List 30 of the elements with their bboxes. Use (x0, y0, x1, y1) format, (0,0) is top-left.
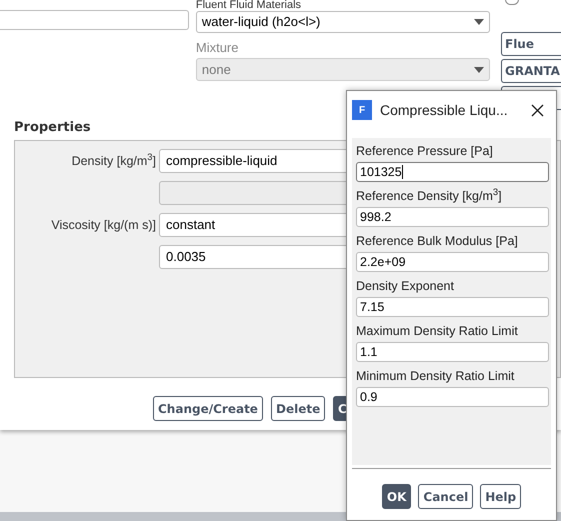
action-button[interactable]: OK (382, 484, 412, 509)
field-label: Density Exponent (356, 278, 455, 295)
property-label: Viscosity [kg/(m s)] (51, 218, 156, 232)
input-field[interactable]: 998.2 (356, 207, 549, 227)
input-field[interactable]: 1.1 (356, 342, 549, 362)
caret-icon (474, 19, 484, 25)
field-label: Fluent Fluid Materials (196, 0, 302, 11)
materials-dropdown[interactable]: water-liquid (h2o<l>) (196, 11, 490, 33)
side-button[interactable]: Flue (501, 32, 561, 56)
action-button[interactable]: Delete (271, 396, 325, 421)
text-cursor (402, 165, 403, 179)
app-icon: F (352, 100, 372, 120)
input-field[interactable]: 101325 (356, 162, 549, 182)
action-button[interactable]: Cancel (418, 484, 474, 509)
field-label: Minimum Density Ratio Limit (356, 368, 516, 385)
input-field[interactable]: 7.15 (356, 297, 549, 317)
action-button[interactable]: Change/Create (153, 396, 263, 421)
close-icon[interactable] (531, 104, 544, 116)
side-button[interactable]: GRANTA (501, 59, 561, 83)
text-field[interactable] (0, 10, 189, 30)
dialog-title: Compressible Liqu... (380, 100, 508, 120)
section-title: Properties (14, 120, 91, 135)
input-field[interactable]: 0.9 (356, 387, 549, 407)
property-label: Density [kg/m$^{3}$] (72, 154, 156, 168)
field-label: Reference Density [kg/m$^{3}$] (356, 187, 503, 205)
input-field[interactable]: 2.2e+09 (356, 252, 549, 272)
field-label: Maximum Density Ratio Limit (356, 323, 519, 340)
caret-icon (474, 66, 484, 72)
field-label: Mixture (196, 40, 240, 56)
action-button[interactable]: Help (480, 484, 522, 509)
